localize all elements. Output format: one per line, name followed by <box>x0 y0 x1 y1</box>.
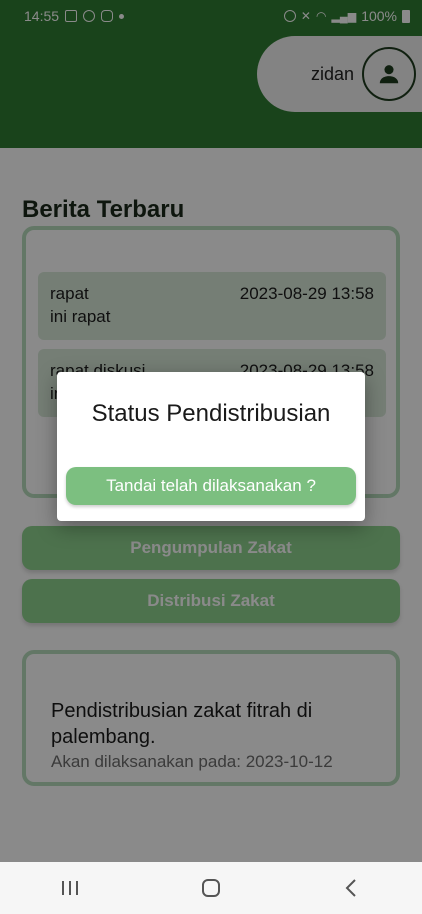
system-nav-bar <box>0 862 422 914</box>
back-button[interactable] <box>322 868 382 908</box>
home-button[interactable] <box>181 868 241 908</box>
home-icon <box>201 879 220 897</box>
back-icon <box>345 879 356 897</box>
mark-done-button[interactable]: Tandai telah dilaksanakan ? <box>66 467 356 505</box>
recent-apps-icon <box>62 881 79 895</box>
dialog-title: Status Pendistribusian <box>91 400 331 427</box>
app-screen: 14:55 ✕ ◠ ▂▄▆ 100% zidan Berita Terbaru … <box>0 0 422 862</box>
status-dialog: Status Pendistribusian Tandai telah dila… <box>57 372 365 521</box>
recent-apps-button[interactable] <box>40 868 100 908</box>
